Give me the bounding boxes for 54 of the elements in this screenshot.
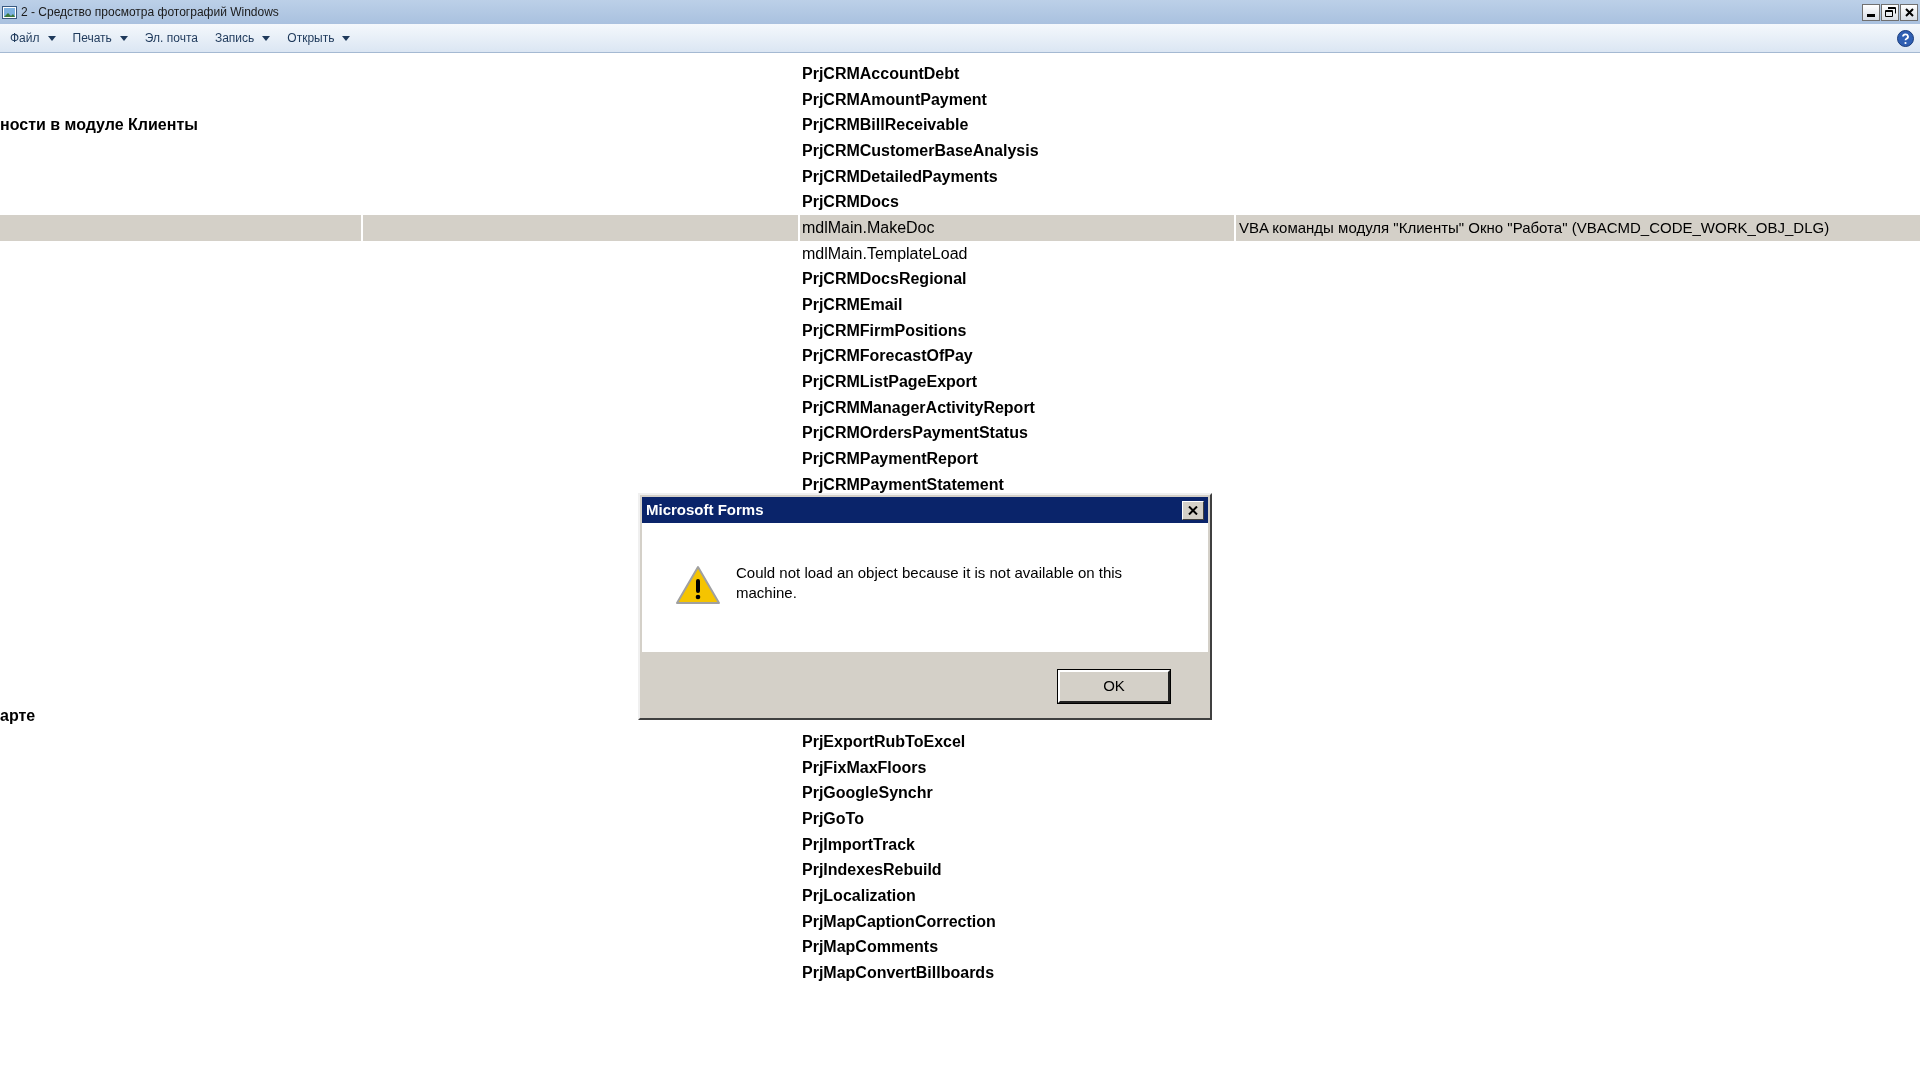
close-icon [1188, 505, 1198, 515]
caret-icon [262, 35, 271, 41]
table-cell-text: PrjCRMDocsRegional [802, 269, 967, 290]
table-cell-text: mdlMain.MakeDoc [802, 217, 935, 238]
toolbar-menu-button[interactable]: Печать [72, 29, 128, 47]
table-cell-text: PrjCRMForecastOfPay [802, 346, 973, 367]
table-cell-text: PrjGoogleSynchr [802, 783, 933, 804]
table-cell-text: PrjCRMOrdersPaymentStatus [802, 423, 1028, 444]
table-cell-text: арте [0, 706, 36, 727]
toolbar-menu-button[interactable]: Запись [214, 29, 271, 47]
table-cell-text: PrjLocalization [802, 885, 916, 906]
close-button[interactable] [1900, 3, 1918, 21]
help-icon[interactable] [1897, 29, 1914, 47]
ok-button[interactable]: OK [1058, 669, 1170, 703]
photo-icon [2, 5, 17, 19]
dialog-message: Could not load an object because it is not available on this machine. [736, 563, 1124, 603]
table-cell-text: ности в модуле Клиенты [0, 115, 198, 136]
table-cell-text: PrjExportRubToExcel [802, 731, 966, 752]
table-cell-text: PrjCRMListPageExport [802, 372, 978, 393]
window-title: 2 - Средство просмотра фотографий Windows [21, 4, 279, 21]
table-cell-text: PrjCRMAmountPayment [802, 89, 987, 110]
table-cell-text: PrjMapConvertBillboards [802, 963, 995, 983]
table-cell-text: PrjFixMaxFloors [802, 757, 927, 778]
table-cell-text: PrjImportTrack [802, 834, 915, 855]
table-cell-text: VBA команды модуля "Клиенты" Окно "Работа" (VBACMD_CODE_WORK_OBJ_DLG) [1239, 217, 1830, 238]
table-cell-text: PrjCRMBillReceivable [802, 115, 969, 136]
table-cell-text: PrjCRMPaymentReport [802, 449, 979, 470]
table-cell-text: PrjCRMManagerActivityReport [802, 397, 1035, 418]
table-cell-text: PrjCRMEmail [802, 295, 903, 316]
restore-icon [1884, 7, 1896, 17]
table-cell-text: PrjCRMFirmPositions [802, 320, 967, 341]
restore-button[interactable] [1881, 3, 1899, 21]
close-icon [1904, 7, 1914, 17]
table-cell-text: PrjCRMDetailedPayments [802, 166, 998, 187]
caret-icon [47, 35, 56, 41]
table-cell-text: PrjCRMAccountDebt [802, 63, 960, 84]
table-cell-text: PrjCRMPaymentStatement [802, 474, 1004, 495]
caret-icon [342, 35, 351, 41]
toolbar-menu-button[interactable]: Эл. почта [144, 29, 198, 47]
table-cell-text: PrjMapCaptionCorrection [802, 911, 996, 932]
table-cell-text: PrjGoTo [802, 808, 864, 829]
minimize-button[interactable] [1862, 3, 1880, 21]
caret-icon [119, 35, 128, 41]
table-cell-text: PrjMapComments [802, 937, 939, 958]
table-cell-text: mdlMain.TemplateLoad [802, 243, 968, 264]
warning-icon [675, 565, 721, 605]
table-cell-text: PrjCRMCustomerBaseAnalysis [802, 140, 1039, 161]
table-row[interactable]: mdlMain.MakeDoc VBA команды модуля "Клиенты" Окно "Работа" (VBACMD_CODE_WORK_OBJ_DLG) [0, 215, 1920, 241]
table-cell-text: PrjIndexesRebuild [802, 860, 942, 881]
toolbar-menu-button[interactable]: Файл [10, 29, 56, 47]
table-cell-text: PrjCRMDocs [802, 192, 899, 213]
toolbar-menu-button[interactable]: Открыть [287, 29, 351, 47]
dialog-title: Microsoft Forms [646, 499, 764, 520]
minimize-icon [1867, 13, 1875, 17]
